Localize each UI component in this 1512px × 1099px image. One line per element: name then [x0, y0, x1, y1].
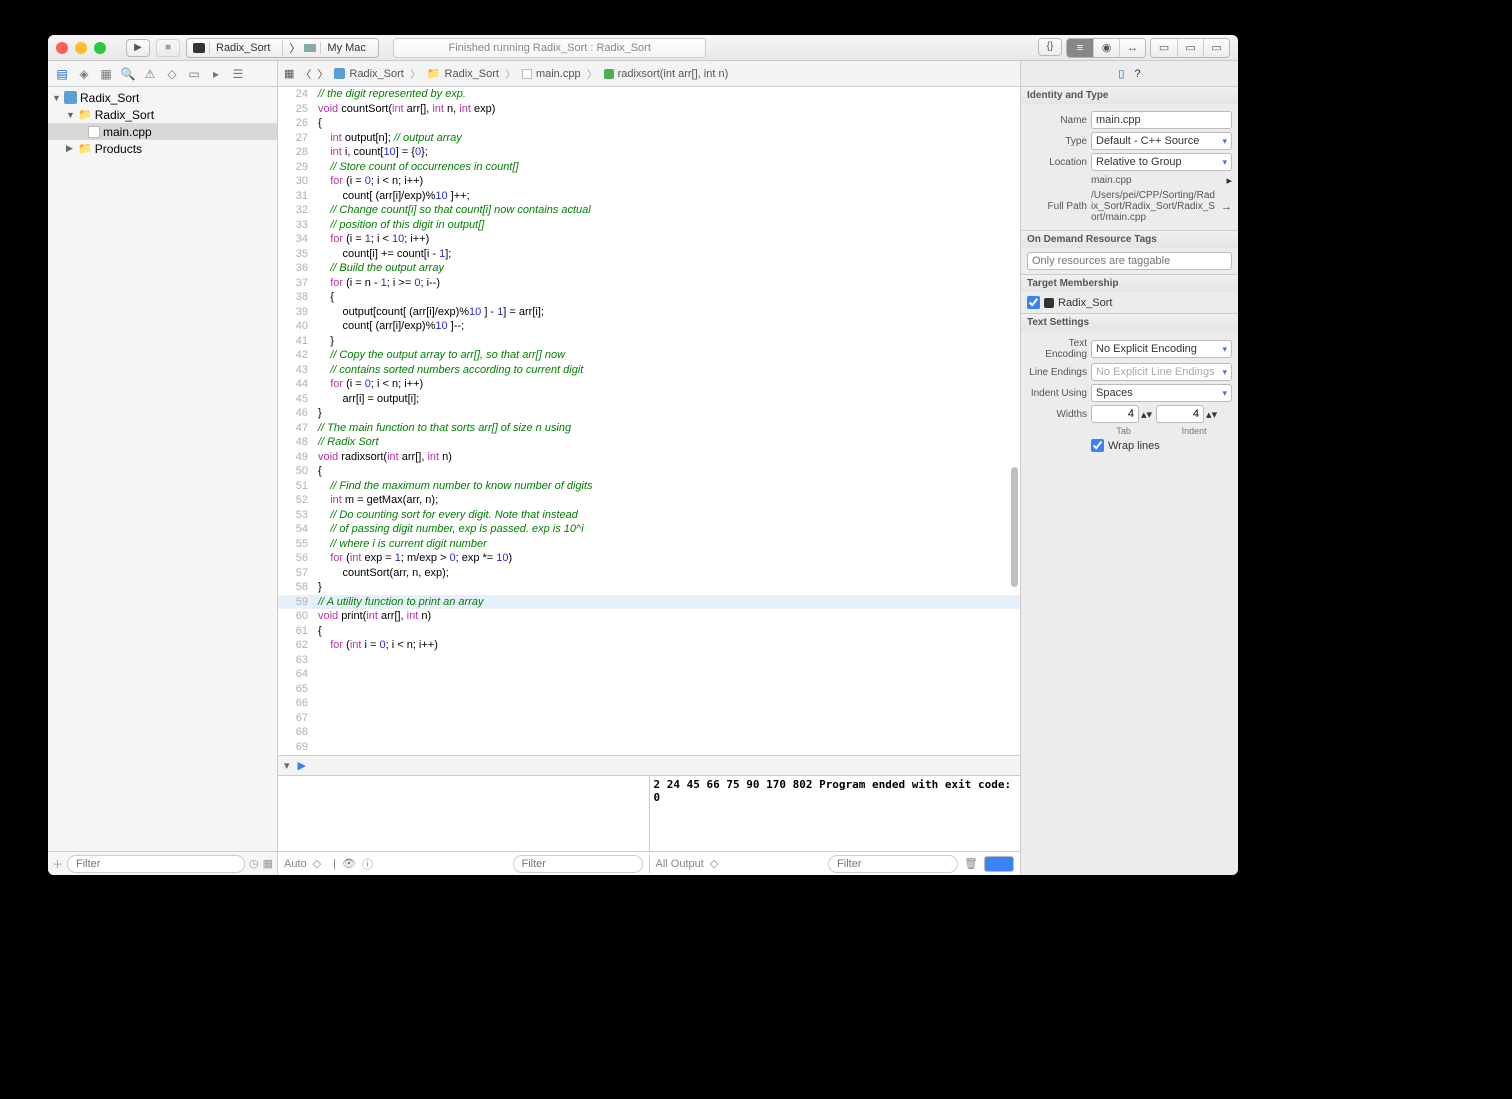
- clear-console-icon[interactable]: 🗑: [964, 857, 978, 870]
- scm-filter-icon[interactable]: ▦: [263, 857, 273, 870]
- type-select[interactable]: Default - C++ Source: [1091, 132, 1232, 150]
- report-navigator-icon[interactable]: ☰: [228, 64, 248, 84]
- variables-scope-selector[interactable]: Auto: [284, 858, 307, 870]
- panel-toggles[interactable]: ▭ ▭ ▭: [1150, 38, 1230, 58]
- reveal-in-finder-icon[interactable]: →: [1221, 201, 1232, 213]
- indent-using-select[interactable]: Spaces: [1091, 384, 1232, 402]
- tree-products[interactable]: ▶📁Products: [48, 140, 277, 157]
- location-select[interactable]: Relative to Group: [1091, 153, 1232, 171]
- target-membership-checkbox[interactable]: Radix_Sort: [1027, 296, 1232, 309]
- navigator-filter-bar: ＋ ◷ ▦: [48, 851, 277, 875]
- tree-file-main[interactable]: main.cpp: [48, 123, 277, 140]
- tab-width-field[interactable]: [1091, 405, 1139, 423]
- add-icon[interactable]: ＋: [52, 856, 63, 872]
- close-window-button[interactable]: [56, 42, 68, 54]
- console-output[interactable]: 2 24 45 66 75 90 170 802 Program ended w…: [649, 776, 1021, 851]
- breakpoint-navigator-icon[interactable]: ▸: [206, 64, 226, 84]
- project-navigator-icon[interactable]: ▤: [52, 64, 72, 84]
- source-editor[interactable]: 2425262728293031323334353637383940414243…: [278, 87, 1020, 755]
- variables-filter-input[interactable]: [513, 855, 643, 873]
- toggle-navigator-icon[interactable]: ▭: [1151, 39, 1177, 57]
- variables-view[interactable]: [278, 776, 649, 851]
- xcode-window: ▶ ■ Radix_Sort 〉 My Mac Finished running…: [48, 35, 1238, 875]
- titlebar: ▶ ■ Radix_Sort 〉 My Mac Finished running…: [48, 35, 1238, 61]
- source-control-navigator-icon[interactable]: ◈: [74, 64, 94, 84]
- zoom-window-button[interactable]: [94, 42, 106, 54]
- back-button[interactable]: 〈: [300, 66, 311, 82]
- console-scope-selector[interactable]: All Output: [656, 858, 704, 870]
- version-editor-icon[interactable]: ↔: [1119, 39, 1145, 57]
- project-tree: ▼Radix_Sort ▼📁Radix_Sort main.cpp ▶📁Prod…: [48, 87, 277, 851]
- text-settings-header: Text Settings: [1021, 314, 1238, 331]
- file-inspector-icon[interactable]: ▯: [1118, 67, 1124, 80]
- toggle-inspector-icon[interactable]: ▭: [1203, 39, 1229, 57]
- test-navigator-icon[interactable]: ◇: [162, 64, 182, 84]
- text-encoding-select[interactable]: No Explicit Encoding: [1091, 340, 1232, 358]
- choose-location-icon[interactable]: ▸: [1226, 174, 1232, 187]
- tree-group[interactable]: ▼📁Radix_Sort: [48, 106, 277, 123]
- navigator-tabs: ▤ ◈ ▦ 🔍 ⚠ ◇ ▭ ▸ ☰: [48, 61, 277, 87]
- forward-button[interactable]: 〉: [317, 66, 328, 82]
- quicklook-icon[interactable]: 👁: [342, 857, 356, 870]
- inspector-panel: ▯ ? Identity and Type Namemain.cpp TypeD…: [1020, 61, 1238, 875]
- debug-hide-icon[interactable]: ▾: [284, 759, 290, 772]
- debug-breakpoint-icon[interactable]: ▶: [298, 759, 306, 772]
- assistant-editor-icon[interactable]: ◉: [1093, 39, 1119, 57]
- name-field[interactable]: main.cpp: [1091, 111, 1232, 129]
- navigator-filter-input[interactable]: [67, 855, 245, 873]
- standard-editor-icon[interactable]: ≡: [1067, 39, 1093, 57]
- identity-section-header: Identity and Type: [1021, 87, 1238, 104]
- related-items-icon[interactable]: ▦: [284, 67, 294, 80]
- stop-button[interactable]: ■: [156, 39, 180, 57]
- issue-navigator-icon[interactable]: ⚠: [140, 64, 160, 84]
- scheme-selector[interactable]: Radix_Sort 〉 My Mac: [186, 38, 379, 58]
- print-description-icon[interactable]: ⓘ: [362, 856, 373, 872]
- wrap-lines-checkbox[interactable]: Wrap lines: [1091, 439, 1160, 452]
- recent-filter-icon[interactable]: ◷: [249, 857, 259, 870]
- ondemand-tags-field: [1027, 252, 1232, 270]
- tree-project-root[interactable]: ▼Radix_Sort: [48, 89, 277, 106]
- debug-pane-toggle[interactable]: [984, 856, 1014, 872]
- debug-navigator-icon[interactable]: ▭: [184, 64, 204, 84]
- quick-help-icon[interactable]: ?: [1134, 68, 1140, 80]
- jump-bar[interactable]: ▦ 〈 〉 Radix_Sort 〉 📁Radix_Sort 〉 main.cp…: [278, 61, 1020, 87]
- minimize-window-button[interactable]: [75, 42, 87, 54]
- editor-mode-segmented[interactable]: ≡ ◉ ↔: [1066, 38, 1146, 58]
- debug-area: ▾ ▶ 2 24 45 66 75 90 170 802 Program end…: [278, 755, 1020, 875]
- code-content[interactable]: // the digit represented by exp.void cou…: [318, 87, 1020, 653]
- symbol-navigator-icon[interactable]: ▦: [96, 64, 116, 84]
- toggle-debug-icon[interactable]: ▭: [1177, 39, 1203, 57]
- navigator-panel: ▤ ◈ ▦ 🔍 ⚠ ◇ ▭ ▸ ☰ ▼Radix_Sort ▼📁Radix_So…: [48, 61, 278, 875]
- library-button[interactable]: {}: [1038, 38, 1062, 56]
- indent-width-field[interactable]: [1156, 405, 1204, 423]
- vertical-scrollbar[interactable]: [1011, 467, 1018, 587]
- line-gutter[interactable]: 2425262728293031323334353637383940414243…: [278, 87, 314, 754]
- line-endings-select[interactable]: No Explicit Line Endings: [1091, 363, 1232, 381]
- target-section-header: Target Membership: [1021, 275, 1238, 292]
- activity-status: Finished running Radix_Sort : Radix_Sort: [393, 38, 707, 58]
- find-navigator-icon[interactable]: 🔍: [118, 64, 138, 84]
- console-filter-input[interactable]: [828, 855, 958, 873]
- run-button[interactable]: ▶: [126, 39, 150, 57]
- ondemand-section-header: On Demand Resource Tags: [1021, 231, 1238, 248]
